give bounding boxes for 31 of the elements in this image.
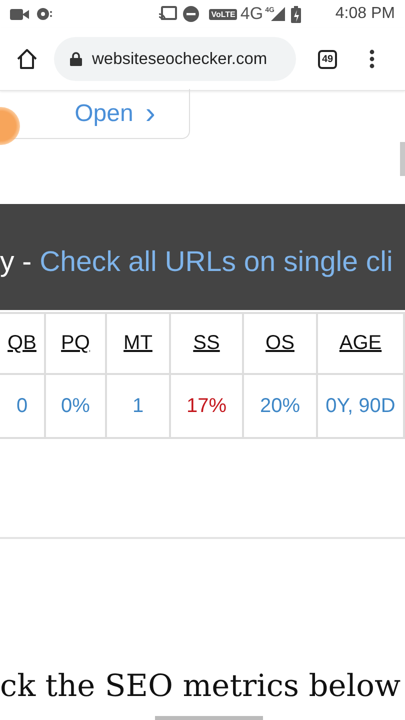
volte-badge: VoLTE: [209, 8, 238, 20]
gesture-handle[interactable]: [155, 716, 263, 720]
section-heading: ck the SEO metrics below: [0, 669, 402, 704]
table-cell: 17%: [171, 375, 244, 437]
table-cell: 20%: [244, 375, 318, 437]
cd-icon: [36, 6, 52, 22]
table-cell: 1: [107, 375, 171, 437]
url-text: websiteseochecker.com: [92, 50, 268, 68]
tab-count-button[interactable]: 49: [318, 50, 338, 68]
column-header[interactable]: QB: [0, 314, 46, 375]
check-urls-link[interactable]: Check all URLs on single cli: [40, 246, 393, 278]
column-header[interactable]: OS: [244, 314, 318, 375]
do-not-disturb-icon: [183, 6, 200, 22]
table-cell: 0: [0, 375, 46, 437]
cast-icon: [159, 6, 178, 22]
address-bar[interactable]: websiteseochecker.com: [54, 37, 296, 81]
column-header[interactable]: MT: [107, 314, 171, 375]
more-menu-icon: [369, 49, 376, 69]
column-header[interactable]: SS: [171, 314, 244, 375]
column-header[interactable]: AGE: [318, 314, 405, 375]
banner-text: y -: [0, 246, 33, 278]
lock-icon: [70, 52, 82, 66]
network-type: 4G: [240, 4, 264, 24]
home-icon: [16, 48, 38, 70]
table-cell: 0%: [46, 375, 107, 437]
table-cell: 0Y, 90D: [318, 375, 405, 437]
column-header[interactable]: PQ: [46, 314, 107, 375]
battery-charging-icon: [291, 6, 302, 22]
clock-time: 4:08 PM: [335, 5, 395, 23]
video-camera-icon: [10, 7, 30, 21]
scroll-thumb[interactable]: [400, 142, 405, 176]
